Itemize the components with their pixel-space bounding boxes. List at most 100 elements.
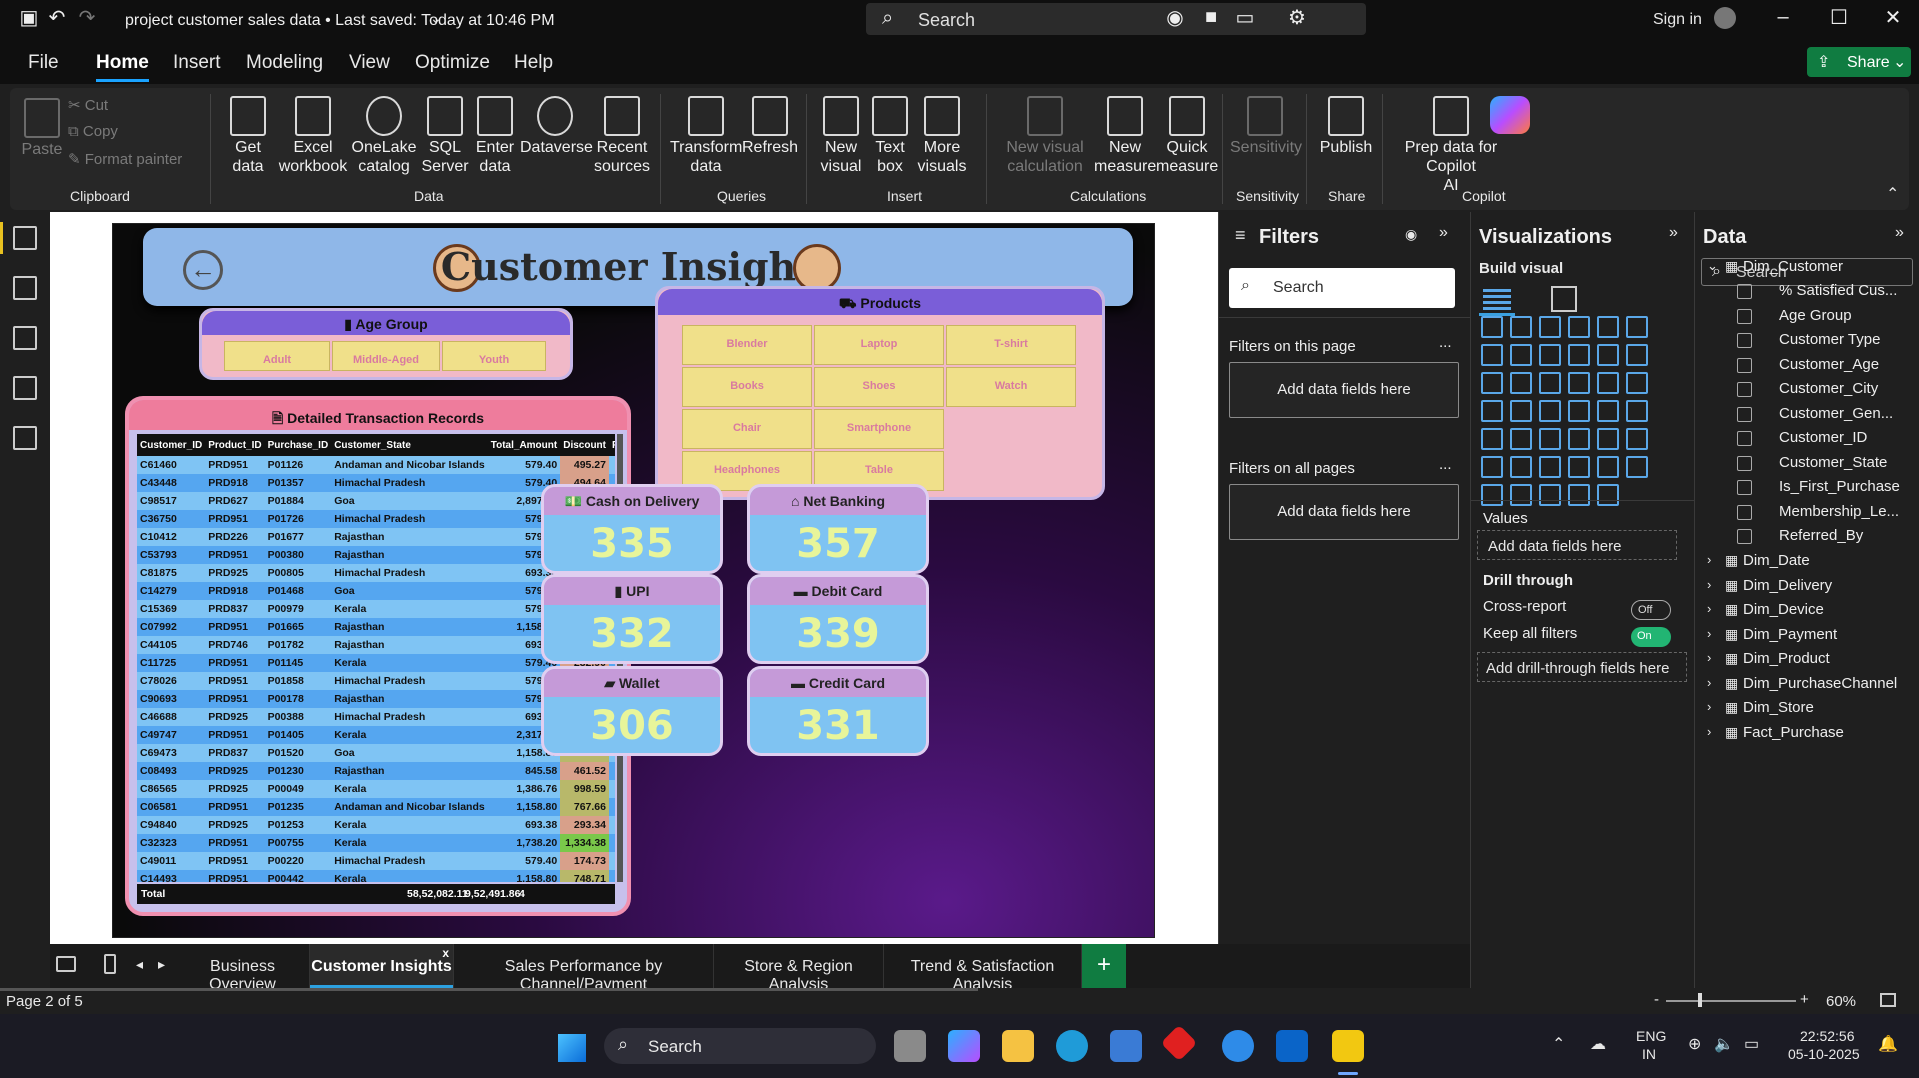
column-header[interactable]: Product_ID [205, 434, 265, 456]
eye-icon[interactable]: ◉ [1405, 226, 1417, 243]
100-bar-icon[interactable] [1597, 316, 1619, 338]
column-header[interactable]: Total_Amount [487, 434, 561, 456]
line-column-icon[interactable] [1597, 344, 1619, 366]
add-page-button[interactable]: + [1082, 944, 1126, 988]
field-item[interactable]: Customer Type [1779, 331, 1915, 348]
more-options[interactable]: ... [1439, 456, 1452, 473]
chevron-up-icon[interactable]: ⌃ [1552, 1034, 1565, 1054]
table-dim-customer[interactable]: Dim_Customer [1743, 258, 1843, 275]
chip-youth[interactable]: Youth [442, 341, 546, 371]
tab-customer-insights[interactable]: Customer Insights x [310, 944, 454, 988]
ribbon-icon[interactable] [1626, 344, 1648, 366]
table-view-icon[interactable] [13, 276, 37, 300]
chip-laptop[interactable]: Laptop [814, 325, 944, 365]
keep-filters-toggle[interactable]: On [1631, 627, 1671, 647]
tab-sales-performance[interactable]: Sales Performance by Channel/Payment [454, 944, 714, 993]
close-tab-icon[interactable]: x [442, 946, 449, 960]
fit-page-icon[interactable] [1880, 993, 1896, 1007]
field-checkbox[interactable] [1737, 529, 1752, 544]
menu-help[interactable]: Help [514, 52, 553, 74]
drill-through-drop[interactable]: Add drill-through fields here [1477, 652, 1687, 682]
stacked-bar-icon[interactable] [1481, 316, 1503, 338]
sign-in-link[interactable]: Sign in [1653, 11, 1702, 29]
azure-map-icon[interactable] [1568, 400, 1590, 422]
outlook-icon[interactable] [1276, 1030, 1308, 1062]
file-explorer-icon[interactable] [1002, 1030, 1034, 1062]
table-row[interactable]: C61460 PRD951 P01126 Andaman and Nicobar Is… [137, 456, 615, 474]
chip-chair[interactable]: Chair [682, 409, 812, 449]
onelake-button[interactable]: OneLake catalog [348, 96, 420, 176]
field-item[interactable]: Customer_State [1779, 454, 1915, 471]
redo-icon[interactable]: ↷ [74, 4, 100, 30]
avatar[interactable] [1714, 7, 1736, 29]
gear-icon[interactable]: ⚙ [1284, 4, 1310, 30]
line-icon[interactable] [1481, 344, 1503, 366]
column-header[interactable]: Customer_ID [137, 434, 206, 456]
report-view-icon[interactable] [13, 226, 37, 250]
table-item[interactable]: Dim_Payment [1743, 626, 1837, 643]
chip-tshirt[interactable]: T-shirt [946, 325, 1076, 365]
zoom-in-icon[interactable]: + [1800, 991, 1809, 1008]
screenshot-icon[interactable]: ◉ [1162, 4, 1188, 30]
column-header[interactable]: Fi [609, 434, 615, 456]
field-item[interactable]: Customer_City [1779, 380, 1915, 397]
field-item[interactable]: Age Group [1779, 307, 1915, 324]
enter-data-button[interactable]: Enter data [470, 96, 520, 176]
copilot-icon[interactable] [1490, 96, 1530, 134]
field-item[interactable]: Membership_Le... [1779, 503, 1915, 520]
window-icon[interactable]: ▭ [1232, 4, 1258, 30]
chevron-right-icon[interactable]: › [1707, 650, 1711, 665]
field-checkbox[interactable] [1737, 431, 1752, 446]
field-checkbox[interactable] [1737, 333, 1752, 348]
desktop-layout-icon[interactable] [56, 956, 76, 972]
clustered-column-icon[interactable] [1510, 316, 1532, 338]
undo-icon[interactable]: ↶ [44, 4, 70, 30]
r-visual-icon[interactable] [1626, 428, 1648, 450]
field-checkbox[interactable] [1737, 480, 1752, 495]
clock-time[interactable]: 22:52:56 [1800, 1028, 1855, 1044]
tmdl-view-icon[interactable] [13, 426, 37, 450]
card-icon[interactable] [1626, 400, 1648, 422]
page-filter-drop[interactable]: Add data fields here [1229, 362, 1459, 418]
field-item[interactable]: Referred_By [1779, 527, 1915, 544]
chevron-right-icon[interactable]: › [1707, 699, 1711, 714]
key-influencers-icon[interactable] [1510, 456, 1532, 478]
table-icon[interactable] [1568, 428, 1590, 450]
chip-smartphone[interactable]: Smartphone [814, 409, 944, 449]
minimize-icon[interactable]: – [1770, 4, 1796, 30]
chevron-right-icon[interactable]: › [1707, 626, 1711, 641]
qa-icon[interactable] [1568, 456, 1590, 478]
chip-books[interactable]: Books [682, 367, 812, 407]
volume-icon[interactable]: 🔈 [1714, 1034, 1734, 1054]
collapse-vis-icon[interactable]: » [1669, 224, 1678, 242]
field-item[interactable]: Customer_Age [1779, 356, 1915, 373]
table-item[interactable]: Dim_Store [1743, 699, 1814, 716]
table-item[interactable]: Dim_Device [1743, 601, 1824, 618]
network-icon[interactable]: ☁ [1590, 1034, 1606, 1054]
clustered-bar-icon[interactable] [1539, 316, 1561, 338]
table-item[interactable]: Dim_Delivery [1743, 577, 1832, 594]
chevron-right-icon[interactable]: › [1707, 552, 1711, 567]
format-painter-button[interactable]: ✎ Format painter [68, 150, 228, 169]
table-row[interactable]: C32323 PRD951 P00755 Kerala 1,738.20 1,334.38 [137, 834, 615, 852]
menu-view[interactable]: View [349, 52, 390, 74]
recent-sources-button[interactable]: Recent sources [590, 96, 654, 176]
store-icon[interactable] [1110, 1030, 1142, 1062]
battery-icon[interactable]: ▭ [1744, 1034, 1759, 1054]
new-visual-button[interactable]: New visual [816, 96, 866, 176]
report-icon[interactable] [1510, 484, 1532, 506]
filled-map-icon[interactable] [1510, 400, 1532, 422]
column-header[interactable]: Purchase_ID [264, 434, 332, 456]
100-area-icon[interactable] [1568, 344, 1590, 366]
100-column-icon[interactable] [1626, 316, 1648, 338]
format-visual-icon[interactable] [1551, 286, 1577, 312]
field-item[interactable]: % Satisfied Cus... [1779, 282, 1915, 299]
menu-home[interactable]: Home [96, 52, 149, 82]
powerbi-icon[interactable] [1332, 1030, 1364, 1062]
tab-store-region[interactable]: Store & Region Analysis [714, 944, 884, 993]
text-box-button[interactable]: Text box [870, 96, 910, 176]
stacked-column-icon[interactable] [1568, 316, 1590, 338]
sql-button[interactable]: SQL Server [420, 96, 470, 176]
multi-row-card-icon[interactable] [1481, 428, 1503, 450]
gauge-icon[interactable] [1597, 400, 1619, 422]
